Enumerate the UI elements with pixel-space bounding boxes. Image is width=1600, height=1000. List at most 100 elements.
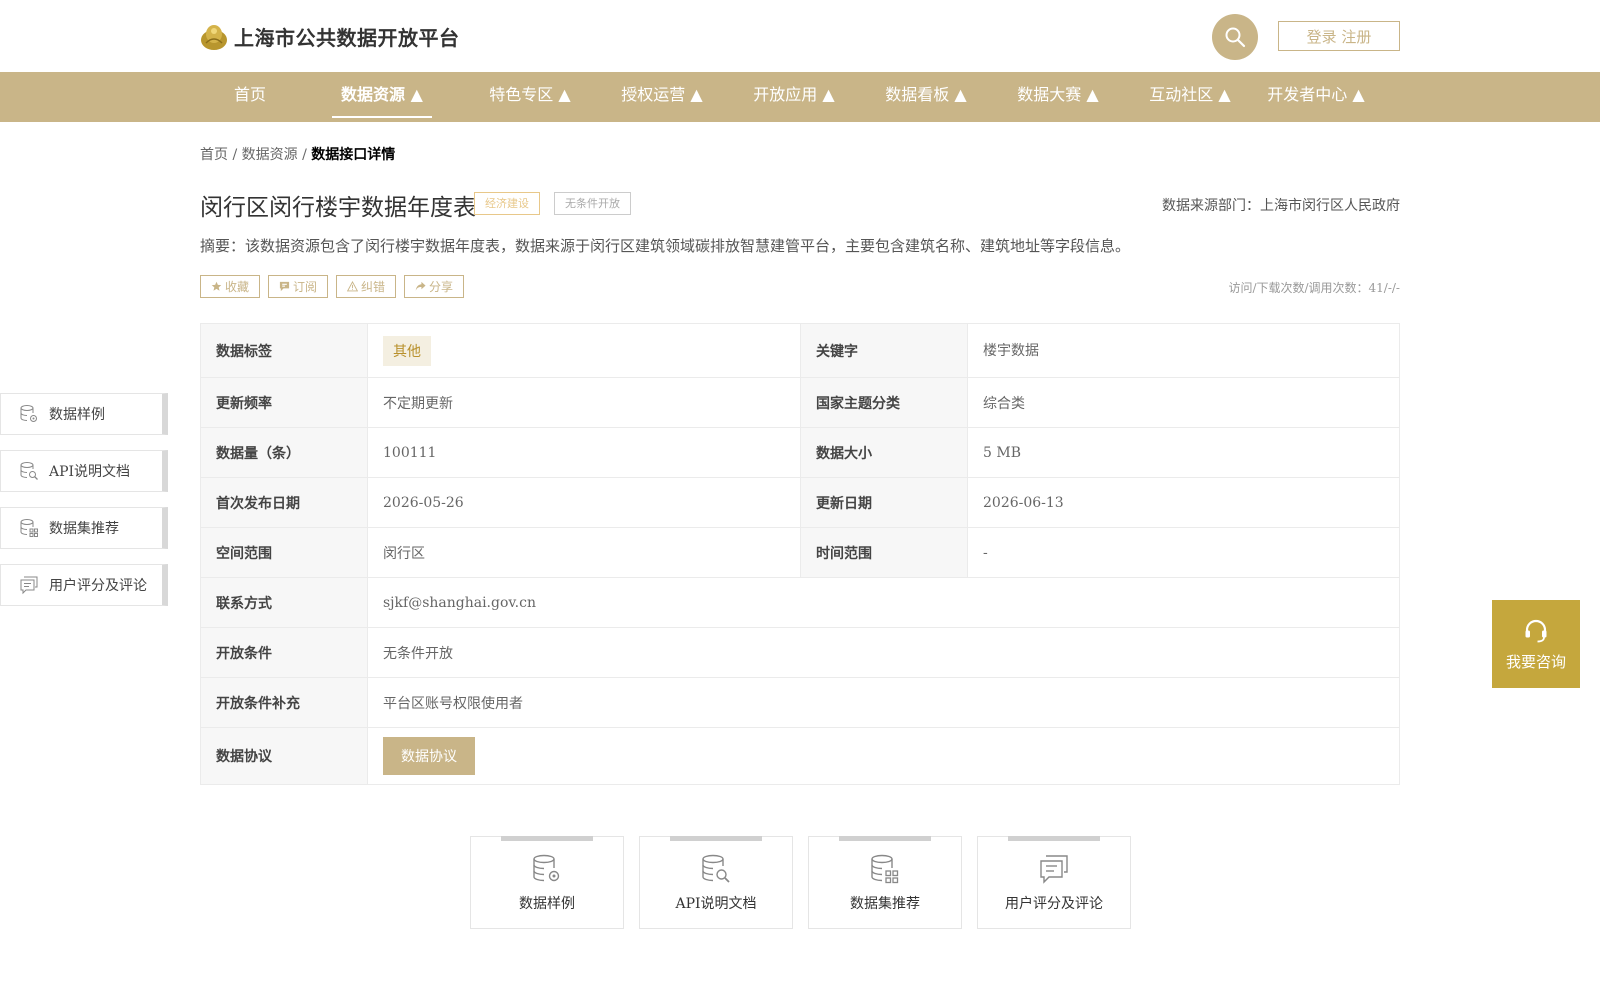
table-row: 开放条件补充 平台区账号权限使用者 [200,677,1400,728]
breadcrumb-separator: / [228,147,242,163]
search-button[interactable] [1212,14,1258,60]
update-frequency-value: 不定期更新 [367,377,801,428]
spatial-range-value: 闵行区 [367,527,801,578]
nav-data-contest[interactable]: 数据大赛 ▲ [998,72,1118,122]
consult-button[interactable]: 我要咨询 [1492,600,1580,688]
share-icon [415,281,426,291]
breadcrumb-data-resources[interactable]: 数据资源 [242,147,298,163]
data-agreement-cell: 数据协议 [367,727,1400,785]
share-label: 分享 [429,280,454,294]
breadcrumb-home[interactable]: 首页 [200,147,228,163]
side-item-label: 用户评分及评论 [49,578,147,594]
page-title: 闵行区闵行楼宇数据年度表 [200,195,476,221]
database-gear-icon [20,405,37,422]
access-stats: 访问/下载次数/调用次数：41/-/- [1228,281,1400,295]
tab-data-sample[interactable]: 数据样例 [470,836,624,929]
report-error-button[interactable]: 纠错 [336,275,397,298]
site-logo[interactable]: 上海市公共数据开放平台 [200,22,460,51]
category-tag: 经济建设 [474,192,540,215]
contact-value: sjkf@shanghai.gov.cn [367,577,1400,628]
subscribe-label: 订阅 [293,280,318,294]
share-button[interactable]: 分享 [404,275,465,298]
comment-icon [20,576,38,595]
data-agreement-label: 数据协议 [200,727,368,785]
warning-icon [347,281,359,292]
table-row: 开放条件 无条件开放 [200,627,1400,678]
star-icon [211,281,222,291]
nav-open-apps[interactable]: 开放应用 ▲ [734,72,854,122]
update-date-label: 更新日期 [800,477,968,528]
table-row: 数据标签 其他 关键字 楼宇数据 [200,323,1400,378]
tab-dataset-recommend[interactable]: 数据集推荐 [808,836,962,929]
table-row: 空间范围 闵行区 时间范围 - [200,527,1400,578]
side-item-data-sample[interactable]: 数据样例 [0,393,168,435]
table-row: 联系方式 sjkf@shanghai.gov.cn [200,577,1400,628]
breadcrumb: 首页 / 数据资源 / 数据接口详情 [200,144,395,164]
open-type-tag: 无条件开放 [554,192,631,215]
data-size-label: 数据大小 [800,427,968,478]
headset-icon [1525,619,1547,642]
comment-icon [1040,855,1068,884]
site-header: 上海市公共数据开放平台 登录 注册 [0,0,1600,72]
spatial-range-label: 空间范围 [200,527,368,578]
tab-label: 用户评分及评论 [1005,896,1103,912]
subscribe-button[interactable]: 订阅 [268,275,329,298]
data-agreement-button[interactable]: 数据协议 [383,737,475,775]
summary-text: 摘要：该数据资源包含了闵行楼宇数据年度表，数据来源于闵行区建筑领域碳排放智慧建管… [200,237,1131,255]
side-item-dataset-recommend[interactable]: 数据集推荐 [0,507,168,549]
record-count-value: 100111 [367,427,801,478]
national-theme-label: 国家主题分类 [800,377,968,428]
search-icon [1225,27,1246,48]
nav-featured-zone[interactable]: 特色专区 ▲ [470,72,590,122]
consult-label: 我要咨询 [1505,652,1566,671]
action-bar: 收藏 订阅 纠错 分享 [200,275,465,298]
tab-label: API说明文档 [675,896,757,912]
keyword-label: 关键字 [800,323,968,378]
data-size-value: 5 MB [967,427,1400,478]
main-nav: 首页 数据资源 ▲ 特色专区 ▲ 授权运营 ▲ 开放应用 ▲ 数据看板 ▲ 数据… [0,72,1600,122]
nav-data-dashboard[interactable]: 数据看板 ▲ [866,72,986,122]
nav-home[interactable]: 首页 [230,72,270,122]
breadcrumb-separator: / [297,147,312,163]
contact-label: 联系方式 [200,577,368,628]
database-search-icon [702,854,730,883]
table-row: 首次发布日期 2026-05-26 更新日期 2026-06-13 [200,477,1400,528]
table-row: 更新频率 不定期更新 国家主题分类 综合类 [200,377,1400,428]
side-item-user-rating[interactable]: 用户评分及评论 [0,564,168,606]
data-tag-label: 数据标签 [200,323,368,378]
nav-data-resources[interactable]: 数据资源 ▲ [332,72,432,122]
side-anchor-menu: 数据样例 API说明文档 数据集推荐 用户评分及评论 [0,393,168,621]
nav-developer-center[interactable]: 开发者中心 ▲ [1264,72,1368,122]
data-tag-pill[interactable]: 其他 [383,335,431,366]
nav-community[interactable]: 互动社区 ▲ [1130,72,1250,122]
table-row: 数据量（条） 100111 数据大小 5 MB [200,427,1400,478]
open-condition-label: 开放条件 [200,627,368,678]
bottom-tab-bar: 数据样例 API说明文档 数据集推荐 用户评分及评论 [470,836,1131,929]
side-item-label: API说明文档 [49,464,131,480]
login-register-button[interactable]: 登录 注册 [1278,21,1400,51]
tab-user-rating[interactable]: 用户评分及评论 [977,836,1131,929]
update-frequency-label: 更新频率 [200,377,368,428]
subscribe-icon [279,281,290,292]
record-count-label: 数据量（条） [200,427,368,478]
data-tag-cell: 其他 [367,323,801,378]
first-publish-date-label: 首次发布日期 [200,477,368,528]
site-title: 上海市公共数据开放平台 [234,26,460,50]
time-range-label: 时间范围 [800,527,968,578]
nav-authorized-operation[interactable]: 授权运营 ▲ [602,72,722,122]
update-date-value: 2026-06-13 [967,477,1400,528]
side-item-label: 数据集推荐 [49,521,119,537]
side-item-label: 数据样例 [49,407,105,423]
national-theme-value: 综合类 [967,377,1400,428]
logo-emblem-icon [200,23,228,51]
open-condition-value: 无条件开放 [367,627,1400,678]
side-item-api-doc[interactable]: API说明文档 [0,450,168,492]
database-search-icon [20,462,38,480]
tab-api-doc[interactable]: API说明文档 [639,836,793,929]
favorite-button[interactable]: 收藏 [200,275,261,298]
report-error-label: 纠错 [361,280,386,294]
open-condition-extra-value: 平台区账号权限使用者 [367,677,1400,728]
database-gear-icon [533,854,560,882]
table-row: 数据协议 数据协议 [200,727,1400,785]
database-grid-icon [871,854,899,884]
